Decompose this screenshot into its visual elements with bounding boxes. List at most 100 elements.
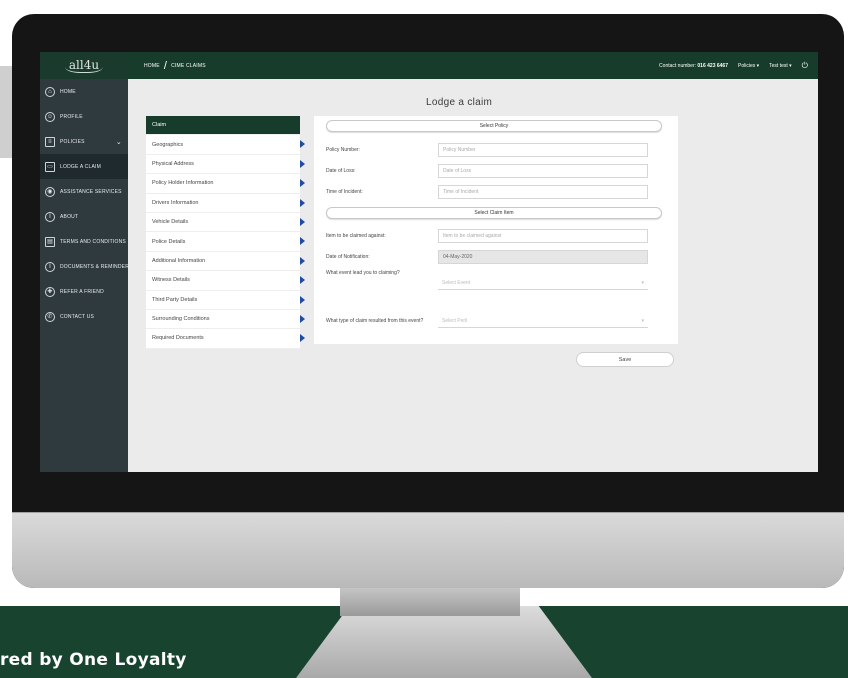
time-incident-field[interactable]: Time of Incident bbox=[438, 184, 648, 199]
sidebar-item-terms[interactable]: ▤ TERMS AND CONDITIONS bbox=[40, 229, 128, 254]
step-arrow-icon bbox=[300, 140, 305, 149]
claim-icon: ▭ bbox=[45, 161, 55, 172]
main-content: Lodge a claim Claim Geographics Physical… bbox=[128, 79, 818, 472]
sidebar-item-label: ABOUT bbox=[60, 213, 79, 220]
step-label: Witness Details bbox=[152, 277, 190, 284]
page-title: Lodge a claim bbox=[426, 97, 493, 108]
notification-date-label: Date of Notification: bbox=[326, 253, 370, 260]
breadcrumb-separator: / bbox=[163, 59, 168, 72]
step-label: Policy Holder Information bbox=[152, 180, 214, 187]
power-icon[interactable]: ⏻ bbox=[802, 61, 808, 71]
footer-text: red by One Loyalty bbox=[0, 650, 187, 670]
logo-container[interactable]: all4u bbox=[40, 52, 128, 79]
contact-info: Contact number: 016 423 6467 bbox=[659, 63, 728, 69]
sidebar-item-profile[interactable]: ☺ PROFILE bbox=[40, 104, 128, 129]
breadcrumb: HOME / CIME CLAIMS bbox=[144, 60, 206, 72]
policies-menu-label: Policies bbox=[738, 62, 756, 69]
top-bar: all4u HOME / CIME CLAIMS Contact number:… bbox=[40, 52, 818, 79]
notification-date-row: Date of Notification: 04-May-2020 bbox=[326, 249, 666, 264]
claim-item-field[interactable]: Item to be claimed against bbox=[438, 228, 648, 243]
user-menu[interactable]: Test test ▾ bbox=[769, 63, 792, 69]
sidebar-item-contact[interactable]: ✆ CONTACT US bbox=[40, 304, 128, 329]
monitor-stand-neck bbox=[340, 586, 520, 616]
chevron-down-icon: ⌄ bbox=[115, 138, 122, 146]
sidebar-item-home[interactable]: ⌂ HOME bbox=[40, 79, 128, 104]
step-physical-address[interactable]: Physical Address bbox=[146, 155, 305, 175]
policies-icon: ≡ bbox=[45, 136, 55, 147]
app-screen: all4u HOME / CIME CLAIMS Contact number:… bbox=[40, 52, 818, 472]
select-policy-button[interactable]: Select Policy bbox=[326, 120, 662, 132]
step-label: Third Party Details bbox=[152, 296, 198, 303]
date-loss-field[interactable]: Date of Loss bbox=[438, 163, 648, 178]
step-drivers[interactable]: Drivers Information bbox=[146, 194, 305, 213]
contact-number: 016 423 6467 bbox=[697, 62, 728, 69]
claim-item-row: Item to be claimed against: Item to be c… bbox=[326, 228, 666, 243]
sidebar-item-label: CONTACT US bbox=[60, 313, 95, 320]
step-additional[interactable]: Additional Information bbox=[146, 252, 305, 272]
step-label: Claim bbox=[152, 122, 167, 129]
step-geographics[interactable]: Geographics bbox=[146, 135, 305, 155]
step-label: Required Documents bbox=[152, 335, 204, 342]
sidebar-item-refer[interactable]: ✚ REFER A FRIEND bbox=[40, 279, 128, 304]
step-witness[interactable]: Witness Details bbox=[146, 271, 305, 291]
sidebar-item-label: REFER A FRIEND bbox=[60, 288, 104, 295]
select-claim-item-button[interactable]: Select Claim Item bbox=[326, 207, 662, 219]
step-policy-holder[interactable]: Policy Holder Information bbox=[146, 174, 305, 194]
breadcrumb-home[interactable]: HOME bbox=[144, 63, 160, 69]
notification-date-field: 04-May-2020 bbox=[438, 249, 648, 264]
sidebar-item-label: LODGE A CLAIM bbox=[60, 163, 101, 170]
event-select[interactable]: Select Event ▾ bbox=[438, 276, 648, 290]
step-arrow-icon bbox=[300, 276, 305, 285]
step-surrounding[interactable]: Surrounding Conditions bbox=[146, 310, 305, 330]
sidebar-item-lodge-claim[interactable]: ▭ LODGE A CLAIM bbox=[40, 154, 128, 179]
sidebar-item-label: POLICIES bbox=[60, 138, 85, 145]
step-label: Drivers Information bbox=[152, 199, 199, 206]
step-vehicle[interactable]: Vehicle Details bbox=[146, 213, 305, 233]
sidebar-item-label: DOCUMENTS & REMINDERS bbox=[60, 263, 133, 270]
step-label: Physical Address bbox=[152, 160, 194, 167]
sidebar-item-about[interactable]: i ABOUT bbox=[40, 204, 128, 229]
policy-number-field[interactable]: Policy Number bbox=[438, 142, 648, 157]
step-police[interactable]: Police Details bbox=[146, 232, 305, 252]
step-label: Surrounding Conditions bbox=[152, 316, 210, 323]
step-arrow-icon bbox=[300, 217, 305, 226]
app-logo: all4u bbox=[64, 58, 104, 73]
step-arrow-icon bbox=[300, 334, 305, 343]
claim-steps-list: Claim Geographics Physical Address Polic… bbox=[146, 116, 305, 349]
reminders-icon: i bbox=[45, 261, 55, 272]
policies-menu[interactable]: Policies ▾ bbox=[738, 63, 759, 69]
refer-icon: ✚ bbox=[45, 286, 55, 297]
event-row: What event lead you to claiming? Select … bbox=[326, 270, 666, 292]
location-icon: ◉ bbox=[45, 186, 55, 197]
phone-icon: ✆ bbox=[45, 311, 55, 322]
event-select-value: Select Event bbox=[442, 279, 471, 286]
step-label: Additional Information bbox=[152, 257, 206, 264]
step-third-party[interactable]: Third Party Details bbox=[146, 291, 305, 310]
date-loss-label: Date of Loss: bbox=[326, 167, 356, 174]
claim-type-select[interactable]: Select Peril ▾ bbox=[438, 314, 648, 328]
sidebar-item-documents[interactable]: i DOCUMENTS & REMINDERS bbox=[40, 254, 132, 279]
sidebar-item-assistance[interactable]: ◉ ASSISTANCE SERVICES bbox=[40, 179, 128, 204]
step-label: Vehicle Details bbox=[152, 219, 189, 226]
contact-label: Contact number: bbox=[659, 62, 697, 69]
sidebar-item-label: ASSISTANCE SERVICES bbox=[60, 188, 122, 195]
sidebar-item-policies[interactable]: ≡ POLICIES ⌄ bbox=[40, 129, 128, 154]
claim-form: Select Policy Policy Number: Policy Numb… bbox=[314, 116, 678, 344]
sidebar-item-label: PROFILE bbox=[60, 113, 83, 120]
time-incident-row: Time of Incident: Time of Incident bbox=[326, 184, 666, 199]
chevron-down-icon: ▾ bbox=[641, 317, 644, 324]
chevron-down-icon: ▾ bbox=[641, 279, 644, 286]
step-claim[interactable]: Claim bbox=[146, 116, 300, 136]
sidebar-item-label: TERMS AND CONDITIONS bbox=[60, 238, 126, 245]
sidebar: ⌂ HOME ☺ PROFILE ≡ POLICIES ⌄ ▭ LODGE A … bbox=[40, 79, 132, 472]
step-arrow-icon bbox=[300, 179, 305, 188]
step-required-docs[interactable]: Required Documents bbox=[146, 329, 305, 349]
save-button[interactable]: Save bbox=[576, 352, 674, 367]
user-menu-label: Test test bbox=[769, 62, 788, 69]
step-arrow-icon bbox=[300, 314, 305, 323]
claim-type-select-value: Select Peril bbox=[442, 317, 468, 324]
date-loss-row: Date of Loss: Date of Loss bbox=[326, 163, 666, 178]
claim-item-label: Item to be claimed against: bbox=[326, 232, 386, 239]
event-label: What event lead you to claiming? bbox=[326, 270, 400, 276]
policy-number-label: Policy Number: bbox=[326, 146, 360, 153]
